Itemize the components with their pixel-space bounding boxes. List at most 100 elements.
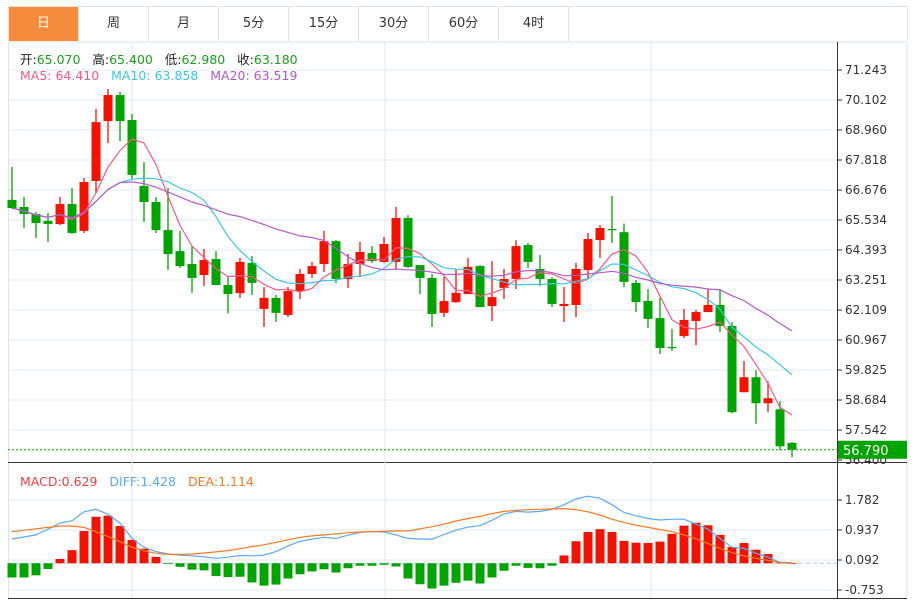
candle bbox=[127, 113, 137, 180]
candle-body bbox=[295, 273, 305, 292]
candle-body bbox=[211, 258, 221, 286]
candle-body bbox=[775, 409, 785, 447]
candle bbox=[103, 88, 113, 144]
candle-body bbox=[595, 227, 605, 241]
candle-body bbox=[787, 442, 797, 450]
price-tick-label: 70.102 bbox=[845, 93, 887, 107]
candle bbox=[55, 196, 65, 226]
candle bbox=[595, 225, 605, 258]
candle bbox=[355, 241, 365, 278]
candle-body bbox=[7, 199, 17, 209]
macd-bar bbox=[295, 563, 305, 575]
price-tick-label: 58.684 bbox=[845, 393, 887, 407]
macd-bar bbox=[583, 532, 593, 564]
macd-bar bbox=[415, 563, 425, 585]
macd-bar bbox=[487, 563, 497, 578]
candle-body bbox=[175, 251, 185, 267]
candle bbox=[523, 242, 533, 268]
macd-bar bbox=[127, 539, 137, 564]
candle bbox=[115, 91, 125, 142]
macd-bar bbox=[511, 563, 521, 566]
dea-value: DEA:1.114 bbox=[188, 474, 254, 489]
price-tick-label: 66.676 bbox=[845, 183, 887, 197]
candle bbox=[559, 287, 569, 323]
candle-body bbox=[403, 218, 413, 267]
candle bbox=[367, 246, 377, 263]
candle bbox=[259, 287, 269, 328]
candle bbox=[427, 273, 437, 328]
candle-body bbox=[511, 246, 521, 279]
candle-body bbox=[127, 120, 137, 175]
macd-bar bbox=[187, 563, 197, 570]
candle bbox=[739, 360, 749, 393]
macd-tick-label: 0.937 bbox=[845, 523, 879, 537]
macd-bar bbox=[475, 563, 485, 584]
candle-body bbox=[151, 201, 161, 231]
macd-bar bbox=[271, 563, 281, 585]
candle bbox=[463, 257, 473, 294]
candle bbox=[151, 196, 161, 233]
candle bbox=[679, 308, 689, 339]
close-label: 收: bbox=[237, 52, 254, 67]
macd-tick-label: 1.782 bbox=[845, 493, 879, 507]
candle-body bbox=[187, 263, 197, 278]
macd-bar bbox=[79, 530, 89, 564]
close-value: 63.180 bbox=[253, 52, 298, 67]
macd-bar bbox=[163, 563, 173, 565]
macd-bar bbox=[343, 563, 353, 569]
candle bbox=[763, 381, 773, 413]
macd-bar bbox=[379, 563, 389, 565]
candle-body bbox=[487, 297, 497, 307]
candle-body bbox=[319, 241, 329, 264]
macd-bar bbox=[559, 555, 569, 564]
macd-bar bbox=[19, 563, 29, 578]
ma-info: MA5: 64.410 MA10: 63.858 MA20: 63.519 bbox=[20, 68, 297, 83]
macd-bar bbox=[55, 559, 65, 564]
candle bbox=[403, 215, 413, 268]
candle bbox=[187, 246, 197, 293]
macd-tick-label: 0.092 bbox=[845, 553, 879, 567]
candle-body bbox=[427, 277, 437, 314]
high-value: 65.400 bbox=[109, 52, 153, 67]
high-label: 高: bbox=[92, 52, 110, 67]
candle bbox=[751, 370, 761, 424]
candle-body bbox=[523, 245, 533, 262]
macd-bar bbox=[67, 550, 77, 564]
macd-bar bbox=[235, 563, 245, 577]
macd-tick-label: -0.753 bbox=[845, 583, 884, 597]
candle-body bbox=[727, 325, 737, 413]
ohlc-info: 开:65.070 高:65.400 低:62.980 收:63.180 bbox=[20, 49, 298, 68]
candle bbox=[475, 265, 485, 308]
candle-body bbox=[559, 303, 569, 307]
price-tick-label: 63.251 bbox=[845, 273, 887, 287]
macd-bar bbox=[391, 563, 401, 567]
candle bbox=[235, 257, 245, 298]
price-tick-label: 65.534 bbox=[845, 213, 887, 227]
price-tick-label: 57.542 bbox=[845, 423, 887, 437]
candle bbox=[703, 288, 713, 313]
macd-bar bbox=[439, 563, 449, 586]
macd-value: MACD:0.629 bbox=[20, 474, 98, 489]
candle-body bbox=[259, 297, 269, 309]
candle bbox=[307, 261, 317, 278]
macd-bar bbox=[679, 525, 689, 564]
macd-bar bbox=[175, 563, 185, 567]
macd-bar bbox=[115, 525, 125, 564]
candle bbox=[175, 230, 185, 268]
diff-value: DIFF:1.428 bbox=[109, 474, 177, 489]
candle-body bbox=[139, 185, 149, 202]
candle bbox=[655, 297, 665, 355]
candle-body bbox=[643, 301, 653, 319]
macd-bar bbox=[667, 533, 677, 564]
macd-bar bbox=[727, 546, 737, 564]
macd-bar bbox=[259, 563, 269, 586]
ma10-value: MA10: 63.858 bbox=[111, 68, 199, 83]
candle-body bbox=[763, 398, 773, 404]
price-tick-label: 68.960 bbox=[845, 123, 887, 137]
candle-body bbox=[223, 285, 233, 294]
macd-bar bbox=[523, 563, 533, 568]
macd-bar bbox=[499, 563, 509, 571]
price-tick-label: 62.109 bbox=[845, 303, 887, 317]
candle-body bbox=[91, 122, 101, 181]
ma5-value: MA5: 64.410 bbox=[20, 68, 100, 83]
